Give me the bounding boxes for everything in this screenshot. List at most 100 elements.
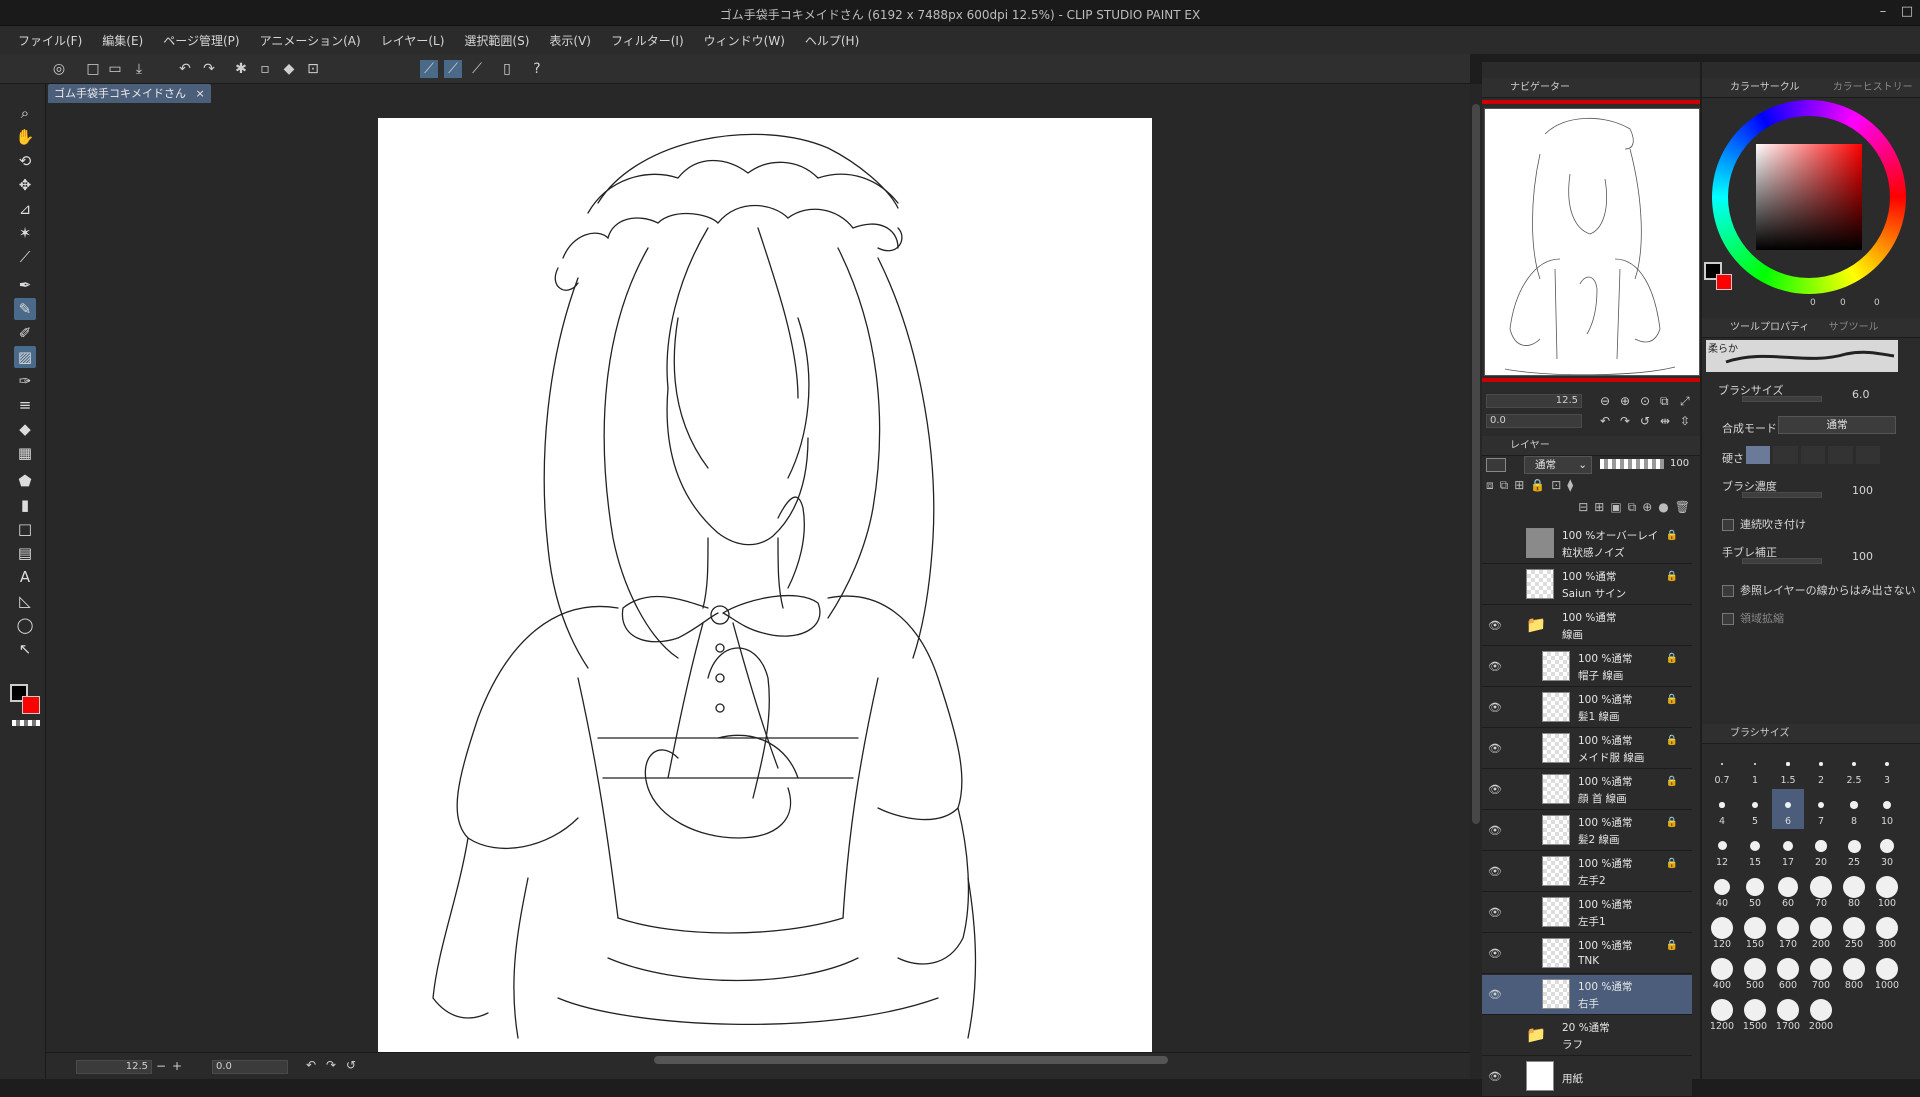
zoom-in-icon[interactable]: ⊕ bbox=[1620, 394, 1630, 408]
brush-size-preset[interactable]: 70 bbox=[1805, 871, 1837, 911]
brush-size-preset[interactable]: 170 bbox=[1772, 912, 1804, 952]
minimize-button[interactable]: – bbox=[1874, 4, 1892, 19]
save-icon[interactable]: ⤓ bbox=[130, 60, 148, 78]
navigator-angle-field[interactable]: 0.0 bbox=[1486, 414, 1582, 428]
correct-line-icon[interactable]: ↖ bbox=[14, 638, 36, 660]
brush-size-preset[interactable]: 400 bbox=[1706, 953, 1738, 993]
eye-icon[interactable]: 👁 bbox=[1488, 619, 1502, 633]
auto-select-icon[interactable]: ✶ bbox=[14, 222, 36, 244]
layer-row[interactable]: 👁 100 %通常 髪2 線画 🔒 bbox=[1482, 811, 1692, 851]
menu-edit[interactable]: 編集(E) bbox=[102, 32, 143, 49]
lock-icon[interactable]: 🔒 bbox=[1666, 817, 1678, 828]
menu-view[interactable]: 表示(V) bbox=[549, 32, 591, 49]
lock-icon[interactable]: 🔒 bbox=[1666, 735, 1678, 746]
rotate-right-icon[interactable]: ↷ bbox=[326, 1058, 336, 1072]
decoration-icon[interactable]: ✑ bbox=[14, 370, 36, 392]
continuous-spray-option[interactable]: 連続吹き付け bbox=[1722, 516, 1806, 532]
hardness-selector[interactable] bbox=[1746, 446, 1881, 464]
menu-page[interactable]: ページ管理(P) bbox=[163, 32, 239, 49]
eye-icon[interactable]: 👁 bbox=[1488, 742, 1502, 756]
brush-size-preset[interactable]: 80 bbox=[1838, 871, 1870, 911]
layer-row[interactable]: 📁 20 %通常 ラフ bbox=[1482, 1016, 1692, 1056]
actual-size-icon[interactable]: ⤢ bbox=[1680, 394, 1690, 409]
eye-icon[interactable]: 👁 bbox=[1488, 660, 1502, 674]
layer-lock-toolbar[interactable]: ⧈⧉⊞🔒⊡⧫ bbox=[1486, 478, 1696, 496]
navigator-preview[interactable] bbox=[1484, 108, 1700, 376]
density-slider[interactable] bbox=[1742, 492, 1822, 498]
brush-size-value[interactable]: 6.0 bbox=[1852, 388, 1870, 401]
brush-size-preset[interactable]: 3 bbox=[1871, 748, 1903, 788]
transparent-color-swatch[interactable] bbox=[12, 720, 40, 726]
brush-size-preset[interactable]: 120 bbox=[1706, 912, 1738, 952]
rotate-left-icon[interactable]: ↶ bbox=[306, 1058, 316, 1072]
close-icon[interactable]: × bbox=[196, 87, 205, 100]
zoom-out-button[interactable]: − bbox=[156, 1059, 166, 1073]
maximize-button[interactable]: □ bbox=[1898, 4, 1916, 19]
brush-size-preset[interactable]: 600 bbox=[1772, 953, 1804, 993]
brush-size-preset[interactable]: 1000 bbox=[1871, 953, 1903, 993]
brush-size-preset[interactable]: 20 bbox=[1805, 830, 1837, 870]
layer-row[interactable]: 👁 100 %通常 左手1 bbox=[1482, 893, 1692, 933]
snap-ruler-icon[interactable]: ⟋ bbox=[420, 60, 438, 78]
fit-window-icon[interactable]: ⧉ bbox=[1660, 394, 1669, 409]
eyedropper-icon[interactable]: ⟋ bbox=[14, 246, 36, 268]
menu-filter[interactable]: フィルター(I) bbox=[611, 32, 684, 49]
blend-icon[interactable]: ≡ bbox=[14, 394, 36, 416]
eye-icon[interactable]: 👁 bbox=[1488, 701, 1502, 715]
menu-layer[interactable]: レイヤー(L) bbox=[381, 32, 445, 49]
eye-icon[interactable]: 👁 bbox=[1488, 865, 1502, 879]
balloon-icon[interactable]: ◺ bbox=[14, 590, 36, 612]
zoom-field[interactable]: 12.5 bbox=[76, 1060, 152, 1074]
lock-icon[interactable]: 🔒 bbox=[1666, 858, 1678, 869]
brush-size-preset[interactable]: 1.5 bbox=[1772, 748, 1804, 788]
palette-color-toggle[interactable] bbox=[1486, 458, 1506, 472]
hand-icon[interactable]: ✋ bbox=[14, 126, 36, 148]
layer-blend-select[interactable]: 通常 ⌄ bbox=[1524, 456, 1592, 474]
transform-icon[interactable]: ⊡ bbox=[304, 60, 322, 78]
fit-screen-icon[interactable]: ⊙ bbox=[1640, 394, 1650, 408]
menu-help[interactable]: ヘルプ(H) bbox=[805, 32, 859, 49]
eye-icon[interactable]: 👁 bbox=[1488, 1070, 1502, 1084]
layer-row[interactable]: 👁 100 %通常 右手 bbox=[1482, 975, 1692, 1015]
brush-size-preset[interactable]: 500 bbox=[1739, 953, 1771, 993]
layer-row[interactable]: 👁 100 %通常 TNK 🔒 bbox=[1482, 934, 1692, 974]
brush-size-preset[interactable]: 100 bbox=[1871, 871, 1903, 911]
lock-icon[interactable]: 🔒 bbox=[1666, 776, 1678, 787]
lock-icon[interactable]: 🔒 bbox=[1666, 653, 1678, 664]
brush-size-slider[interactable] bbox=[1742, 396, 1822, 402]
eye-icon[interactable]: 👁 bbox=[1488, 824, 1502, 838]
gradient-icon[interactable]: ▮ bbox=[14, 494, 36, 516]
eraser-icon[interactable]: ◆ bbox=[14, 418, 36, 440]
stabilization-value[interactable]: 100 bbox=[1852, 550, 1873, 563]
area-scaling-option[interactable]: 領域拡縮 bbox=[1722, 610, 1784, 626]
color-wheel-tab[interactable]: カラーサークル bbox=[1730, 82, 1800, 93]
frame-icon[interactable]: ▦ bbox=[14, 442, 36, 464]
navigator-zoom-field[interactable]: 12.5 bbox=[1486, 394, 1582, 408]
zoom-in-button[interactable]: + bbox=[172, 1059, 182, 1073]
layer-row[interactable]: 👁 100 %通常 帽子 線画 🔒 bbox=[1482, 647, 1692, 687]
reference-layer-option[interactable]: 参照レイヤーの線からはみ出さない bbox=[1722, 582, 1916, 598]
layer-row[interactable]: 👁 📁 100 %通常 線画 bbox=[1482, 606, 1692, 646]
canvas-vertical-scrollbar[interactable] bbox=[1470, 84, 1482, 1079]
sub-tool-tab[interactable]: サブツール bbox=[1829, 322, 1879, 333]
eye-icon[interactable]: 👁 bbox=[1488, 906, 1502, 920]
help-icon[interactable]: ? bbox=[528, 60, 546, 78]
color-saturation-square[interactable] bbox=[1756, 144, 1862, 250]
pencil-icon[interactable]: ✎ bbox=[14, 298, 36, 320]
drawing-canvas[interactable] bbox=[378, 118, 1152, 1055]
clear-selection-icon[interactable]: ✱ bbox=[232, 60, 250, 78]
nav-rotate-left-icon[interactable]: ↶ bbox=[1600, 414, 1610, 428]
brush-size-preset[interactable]: 1700 bbox=[1772, 994, 1804, 1034]
lock-icon[interactable]: 🔒 bbox=[1666, 694, 1678, 705]
menu-window[interactable]: ウィンドウ(W) bbox=[704, 32, 785, 49]
eye-icon[interactable]: 👁 bbox=[1488, 988, 1502, 1002]
brush-size-preset[interactable]: 1 bbox=[1739, 748, 1771, 788]
layer-row[interactable]: 100 %通常 Saiun サイン 🔒 bbox=[1482, 565, 1692, 605]
text-icon[interactable]: A bbox=[14, 566, 36, 588]
panel-sub-color[interactable] bbox=[1716, 274, 1732, 290]
brush-size-preset[interactable]: 60 bbox=[1772, 871, 1804, 911]
brush-size-preset[interactable]: 25 bbox=[1838, 830, 1870, 870]
snap-special-ruler-icon[interactable]: ⟋ bbox=[444, 60, 462, 78]
redo-icon[interactable]: ↷ bbox=[200, 60, 218, 78]
brush-size-preset[interactable]: 12 bbox=[1706, 830, 1738, 870]
